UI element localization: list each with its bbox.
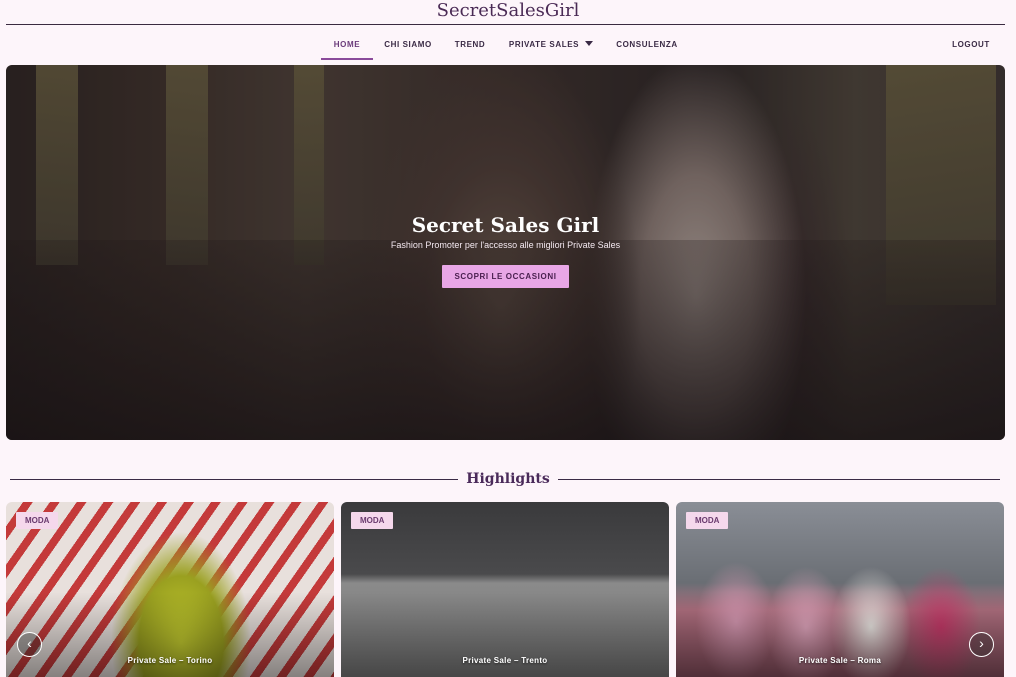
card-caption: Private Sale – Trento xyxy=(462,656,548,665)
chevron-left-icon: ‹ xyxy=(27,635,32,651)
nav-private-sales-label: PRIVATE SALES xyxy=(508,40,580,49)
main-navigation: HOME CHI SIAMO TREND PRIVATE SALES CONSU… xyxy=(0,30,1016,60)
highlight-card-torino[interactable]: MODA Private Sale – Torino xyxy=(6,502,334,677)
nav-home-label: HOME xyxy=(333,40,361,49)
highlights-title: Highlights xyxy=(458,471,558,487)
category-badge: MODA xyxy=(16,512,59,529)
category-badge: MODA xyxy=(686,512,729,529)
carousel-next-button[interactable]: › xyxy=(969,632,994,657)
header-divider xyxy=(6,24,1005,25)
category-badge: MODA xyxy=(351,512,394,529)
nav-private-sales[interactable]: PRIVATE SALES xyxy=(505,30,597,60)
hero-banner: Secret Sales Girl Fashion Promoter per l… xyxy=(6,65,1005,440)
nav-chi-siamo[interactable]: CHI SIAMO xyxy=(380,30,436,60)
nav-active-indicator xyxy=(321,58,373,60)
highlights-heading: Highlights xyxy=(0,469,1016,489)
highlights-title-wrap: Highlights xyxy=(0,469,1016,489)
card-caption: Private Sale – Torino xyxy=(127,656,213,665)
chevron-right-icon: › xyxy=(979,635,984,651)
nav-consulenza[interactable]: CONSULENZA xyxy=(612,30,682,60)
caret-down-icon xyxy=(585,41,594,46)
highlight-card-trento[interactable]: MODA Private Sale – Trento xyxy=(341,502,669,677)
nav-trend-label: TREND xyxy=(454,40,486,49)
nav-chi-siamo-label: CHI SIAMO xyxy=(384,40,432,49)
hero-content: Secret Sales Girl Fashion Promoter per l… xyxy=(6,213,1005,288)
site-logo[interactable]: SecretSalesGirl xyxy=(0,0,1016,24)
hero-subtitle: Fashion Promoter per l'accesso alle migl… xyxy=(390,240,621,250)
logout-label: LOGOUT xyxy=(952,40,990,49)
card-caption: Private Sale – Roma xyxy=(798,656,882,665)
logout-link[interactable]: LOGOUT xyxy=(946,30,996,60)
nav-trend[interactable]: TREND xyxy=(450,30,490,60)
nav-consulenza-label: CONSULENZA xyxy=(616,40,678,49)
nav-home[interactable]: HOME xyxy=(321,30,373,60)
discover-offers-button[interactable]: SCOPRI LE OCCASIONI xyxy=(442,265,569,288)
highlight-card-roma[interactable]: MODA Private Sale – Roma xyxy=(676,502,1004,677)
hero-title: Secret Sales Girl xyxy=(411,213,600,237)
carousel-prev-button[interactable]: ‹ xyxy=(17,632,42,657)
